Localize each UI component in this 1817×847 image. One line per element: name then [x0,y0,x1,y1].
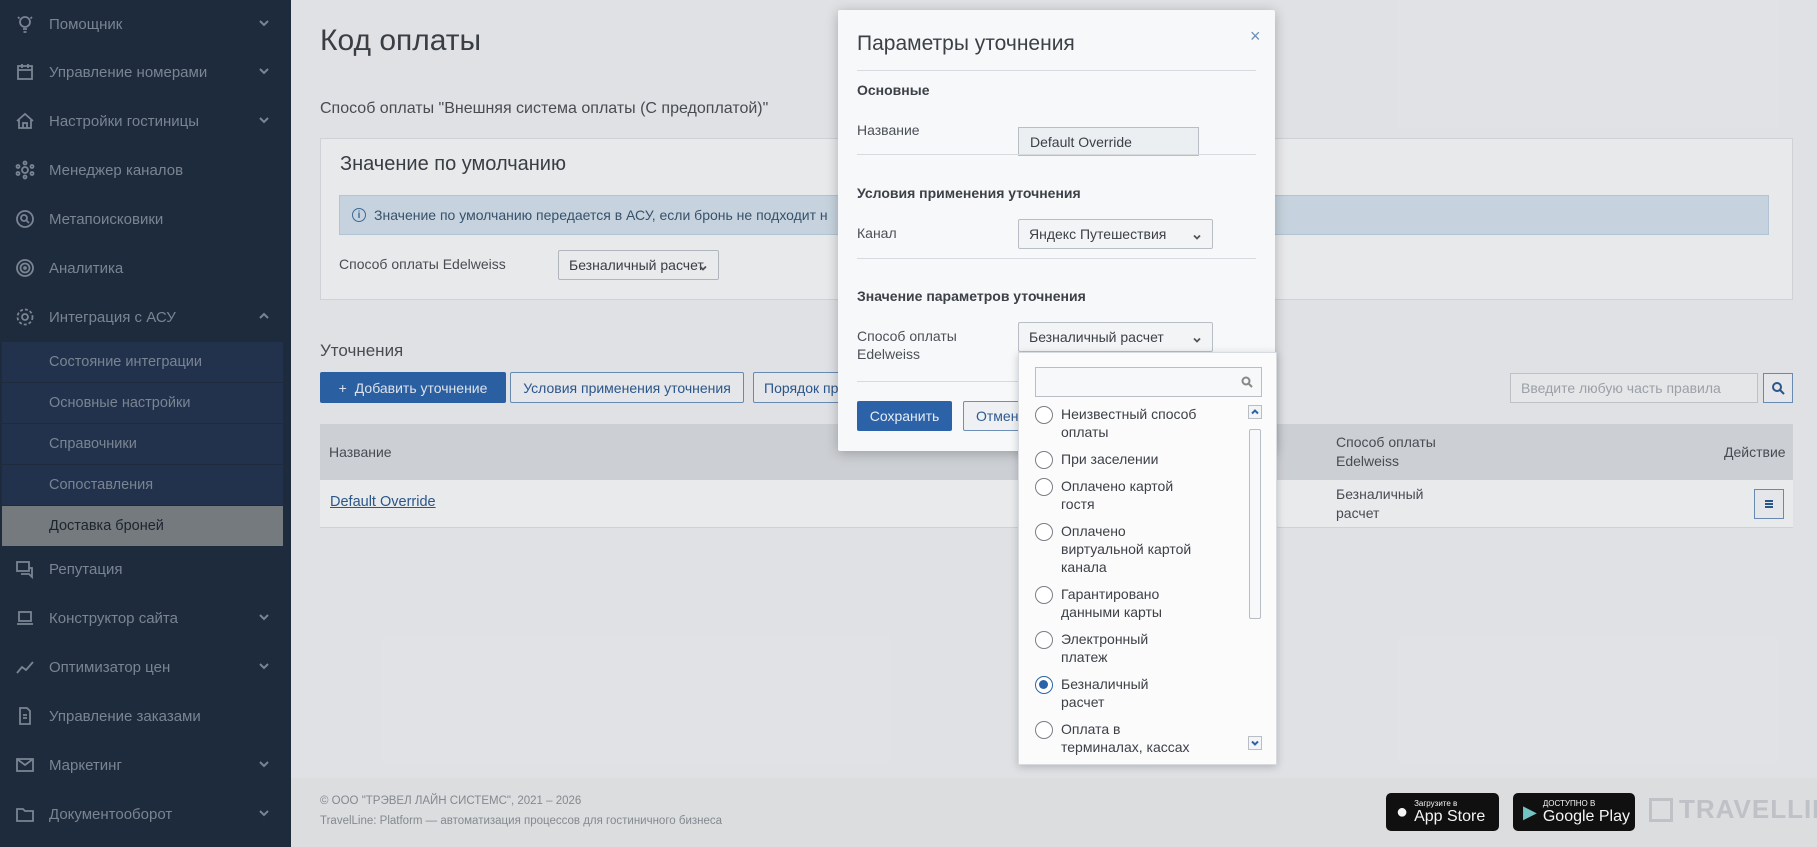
chevron-down-icon [1251,740,1259,746]
name-value: Default Override [1030,133,1132,150]
radio-button-checked[interactable] [1035,676,1053,694]
dropdown-scrollbar[interactable] [1248,405,1262,750]
search-icon [1241,376,1253,388]
name-label: Название [857,122,920,138]
option-label: Оплачено [1061,523,1126,539]
option-label: гостя [1061,496,1095,512]
dropdown-option[interactable]: Оплата в терминалах, кассах [1035,720,1225,764]
save-button[interactable]: Сохранить [857,401,952,431]
payment-method-select[interactable]: Безналичный расчет [1018,322,1213,352]
option-label: расчет [1061,694,1105,710]
scroll-down-button[interactable] [1248,736,1262,750]
option-label: Неизвестный способ [1061,406,1197,422]
scrollbar-thumb[interactable] [1249,429,1261,619]
option-label: При заселении [1061,451,1159,467]
option-label: Безналичный [1061,676,1149,692]
radio-button[interactable] [1035,631,1053,649]
option-label: Электронный [1061,631,1149,647]
select-value: Яндекс Путешествия [1029,226,1167,242]
button-label: Сохранить [869,408,940,424]
radio-button[interactable] [1035,451,1053,469]
payment-label-line1: Способ оплаты [857,328,957,344]
option-label: данными карты [1061,604,1162,620]
section-values-heading: Значение параметров уточнения [857,288,1086,304]
section-conditions-heading: Условия применения уточнения [857,185,1081,201]
chevron-down-icon [1192,332,1202,343]
chevron-down-icon [1192,229,1202,240]
channel-select[interactable]: Яндекс Путешествия [1018,219,1213,249]
option-label: Гарантировано [1061,586,1160,602]
option-label: виртуальной картой [1061,541,1192,557]
dropdown-search-input[interactable] [1035,367,1262,397]
radio-button[interactable] [1035,586,1053,604]
channel-label: Канал [857,225,897,241]
chevron-up-icon [1251,409,1259,415]
modal-title: Параметры уточнения [857,32,1075,55]
option-label: оплаты [1061,424,1109,440]
dropdown-option-selected[interactable]: Безналичный расчет [1035,675,1225,711]
option-label: Оплата в [1061,721,1121,737]
radio-button[interactable] [1035,523,1053,541]
payment-label-line2: Edelweiss [857,346,921,362]
option-label: терминалах, кассах [1061,739,1190,755]
name-input[interactable]: Default Override [1018,127,1199,156]
option-label: Оплачено картой [1061,478,1174,494]
radio-button[interactable] [1035,478,1053,496]
button-label: Отмен [976,408,1019,424]
dropdown-option[interactable]: Электронный платеж [1035,630,1225,666]
close-icon[interactable]: × [1250,26,1261,47]
option-label: канала [1061,559,1107,575]
dropdown-option[interactable]: Оплачено виртуальной картой канала [1035,522,1225,576]
divider [857,154,1256,155]
radio-button[interactable] [1035,721,1053,739]
select-value: Безналичный расчет [1029,329,1164,345]
radio-button[interactable] [1035,406,1053,424]
cancel-button[interactable]: Отмен [963,401,1023,431]
scroll-up-button[interactable] [1248,405,1262,419]
dropdown-option[interactable]: Неизвестный способ оплаты [1035,405,1225,441]
dropdown-option[interactable]: Гарантировано данными карты [1035,585,1225,621]
dropdown-option[interactable]: При заселении [1035,450,1225,469]
section-main-heading: Основные [857,82,930,98]
payment-method-dropdown: Неизвестный способ оплаты При заселении … [1018,352,1277,765]
divider [857,258,1256,259]
dropdown-option[interactable]: Оплачено картой гостя [1035,477,1225,513]
option-label: платеж [1061,649,1108,665]
divider [857,70,1256,71]
